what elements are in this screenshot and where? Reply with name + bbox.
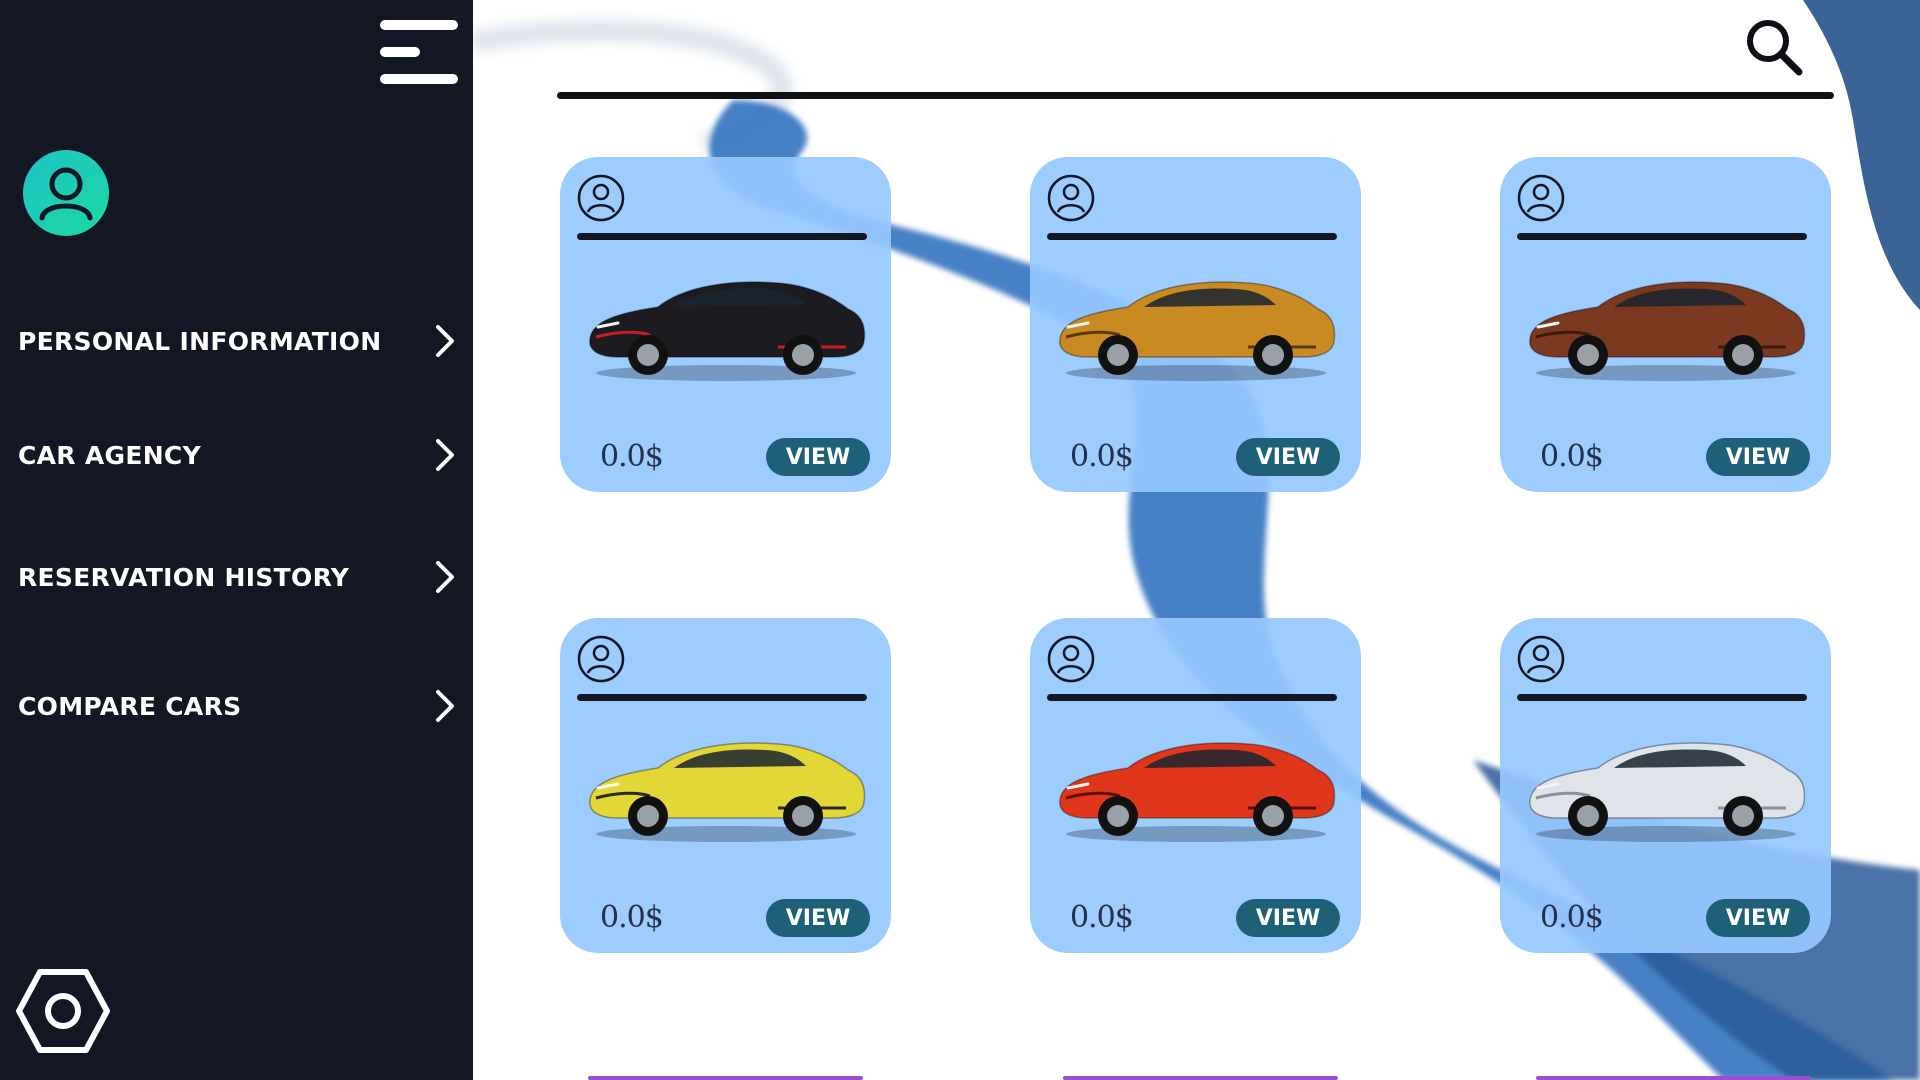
chevron-right-icon [436, 690, 454, 722]
card-title-line [1047, 694, 1337, 701]
card-title-line [1517, 694, 1807, 701]
main-content: 0.0$ VIEW 0.0$ VIEW 0.0$ VIEW 0.0$ VIEW … [473, 0, 1920, 1080]
sidebar-item-reservation-history[interactable]: RESERVATION HISTORY [18, 547, 460, 607]
card-partial-edge [1536, 1076, 1811, 1080]
view-button[interactable]: VIEW [1236, 438, 1340, 476]
chevron-right-icon [436, 439, 454, 471]
search-input-underline[interactable] [557, 92, 1834, 99]
car-price: 0.0$ [600, 900, 664, 935]
user-icon [1517, 174, 1565, 222]
sidebar-item-label: RESERVATION HISTORY [18, 562, 350, 592]
settings-hexagon-icon[interactable] [16, 968, 110, 1054]
user-icon [577, 174, 625, 222]
car-price: 0.0$ [1540, 900, 1604, 935]
user-icon [1517, 635, 1565, 683]
card-title-line [577, 694, 867, 701]
sidebar-item-label: PERSONAL INFORMATION [18, 326, 382, 356]
car-card[interactable]: 0.0$ VIEW [560, 618, 891, 953]
sidebar-item-car-agency[interactable]: CAR AGENCY [18, 425, 460, 485]
view-button[interactable]: VIEW [766, 899, 870, 937]
car-image [1518, 718, 1813, 848]
car-image [1048, 718, 1343, 848]
car-price: 0.0$ [1070, 900, 1134, 935]
car-image [578, 718, 873, 848]
car-price: 0.0$ [1070, 439, 1134, 474]
chevron-right-icon [436, 325, 454, 357]
car-price: 0.0$ [1540, 439, 1604, 474]
card-title-line [577, 233, 867, 240]
sidebar-item-compare-cars[interactable]: COMPARE CARS [18, 676, 460, 736]
car-card[interactable]: 0.0$ VIEW [1500, 157, 1831, 492]
view-button[interactable]: VIEW [1236, 899, 1340, 937]
card-partial-edge [588, 1076, 863, 1080]
car-image [1518, 257, 1813, 387]
sidebar-item-label: COMPARE CARS [18, 691, 242, 721]
sidebar: PERSONAL INFORMATION CAR AGENCY RESERVAT… [0, 0, 473, 1080]
card-title-line [1047, 233, 1337, 240]
user-icon [577, 635, 625, 683]
user-icon [1047, 635, 1095, 683]
hamburger-menu-icon[interactable] [380, 18, 458, 86]
chevron-right-icon [436, 561, 454, 593]
card-partial-edge [1063, 1076, 1338, 1080]
car-card[interactable]: 0.0$ VIEW [560, 157, 891, 492]
sidebar-item-label: CAR AGENCY [18, 440, 201, 470]
view-button[interactable]: VIEW [766, 438, 870, 476]
sidebar-item-personal-information[interactable]: PERSONAL INFORMATION [18, 311, 460, 371]
card-title-line [1517, 233, 1807, 240]
car-price: 0.0$ [600, 439, 664, 474]
search-icon[interactable] [1743, 16, 1805, 78]
user-avatar-icon[interactable] [23, 150, 109, 236]
car-card[interactable]: 0.0$ VIEW [1030, 618, 1361, 953]
car-image [1048, 257, 1343, 387]
car-image [578, 257, 873, 387]
car-card[interactable]: 0.0$ VIEW [1500, 618, 1831, 953]
user-icon [1047, 174, 1095, 222]
car-card[interactable]: 0.0$ VIEW [1030, 157, 1361, 492]
view-button[interactable]: VIEW [1706, 438, 1810, 476]
view-button[interactable]: VIEW [1706, 899, 1810, 937]
